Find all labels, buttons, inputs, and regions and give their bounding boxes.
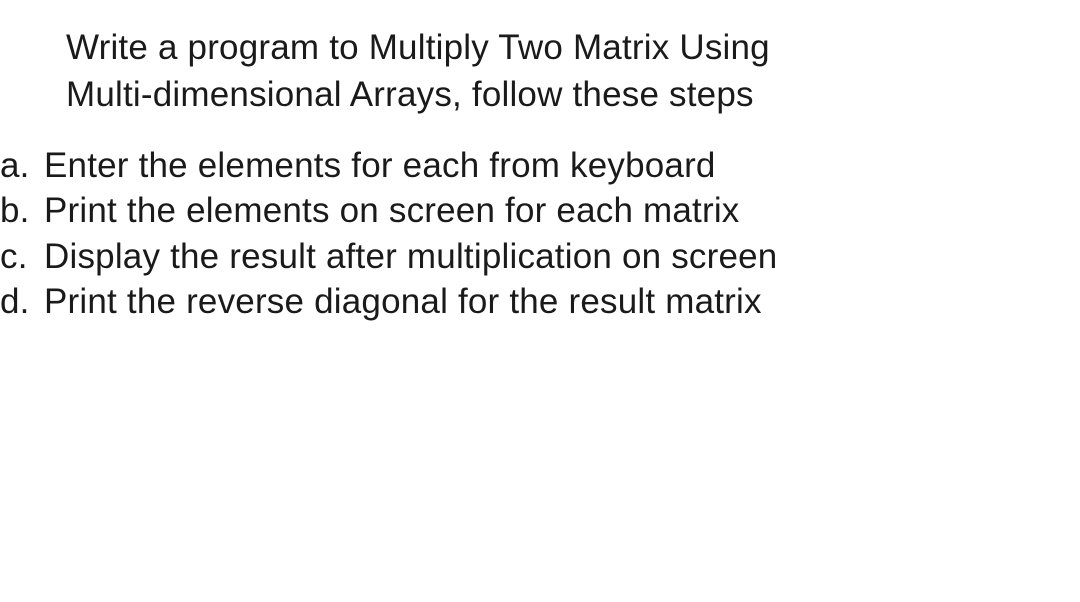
intro-line-2: Multi-dimensional Arrays, follow these s…	[66, 71, 1080, 118]
item-text: Print the elements on screen for each ma…	[44, 188, 1080, 234]
item-text: Enter the elements for each from keyboar…	[44, 143, 1080, 189]
list-item: a. Enter the elements for each from keyb…	[0, 143, 1080, 189]
item-text: Print the reverse diagonal for the resul…	[44, 279, 1080, 325]
intro-line-1: Write a program to Multiply Two Matrix U…	[66, 24, 1080, 71]
list-item: c. Display the result after multiplicati…	[0, 234, 1080, 280]
list-item: d. Print the reverse diagonal for the re…	[0, 279, 1080, 325]
steps-list: a. Enter the elements for each from keyb…	[0, 143, 1080, 325]
list-item: b. Print the elements on screen for each…	[0, 188, 1080, 234]
item-text: Display the result after multiplication …	[44, 234, 1080, 280]
item-marker: c.	[0, 234, 44, 280]
item-marker: d.	[0, 279, 44, 325]
item-marker: a.	[0, 143, 44, 189]
question-intro: Write a program to Multiply Two Matrix U…	[0, 24, 1080, 119]
item-marker: b.	[0, 188, 44, 234]
